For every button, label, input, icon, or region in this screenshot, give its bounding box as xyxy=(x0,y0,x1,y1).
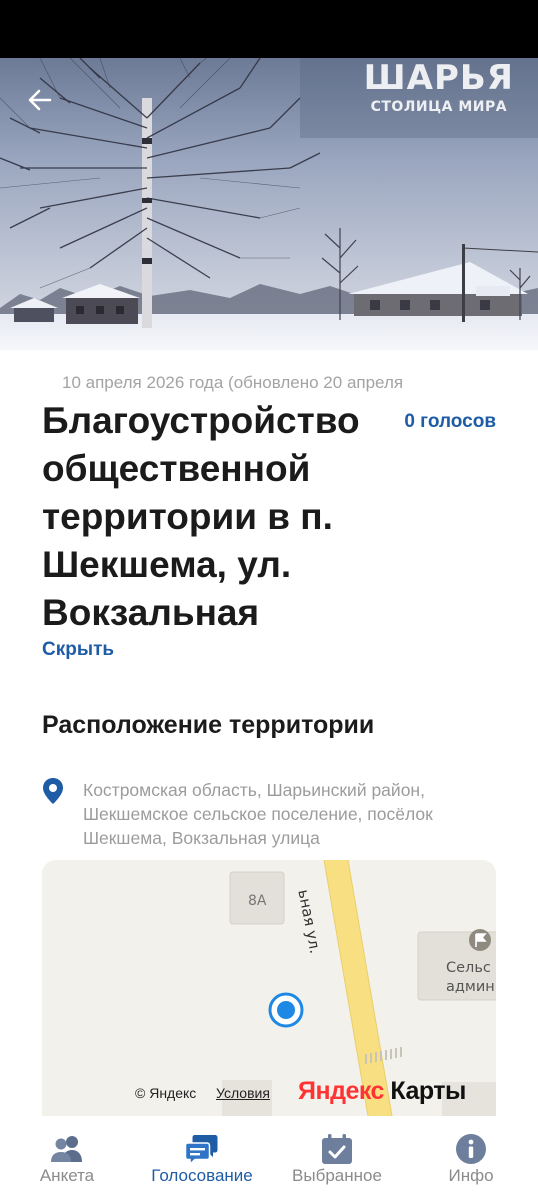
nav-survey[interactable]: Анкета xyxy=(0,1118,134,1200)
nav-voting-label: Голосование xyxy=(151,1166,253,1185)
watermark-title: ШАРЬЯ xyxy=(363,58,514,98)
votes-count: 0 голосов xyxy=(404,411,496,432)
brand-part1: Яндекс xyxy=(298,1077,384,1105)
people-icon xyxy=(51,1136,82,1162)
house-number-label: 8А xyxy=(248,893,267,909)
hide-link[interactable]: Скрыть xyxy=(42,639,114,661)
poi-label-line1: Сельс xyxy=(446,960,491,976)
map-pin-icon xyxy=(43,778,63,804)
bottom-navigation: Анкета Голосование Выбранное Инфо xyxy=(0,1118,538,1200)
map-copyright: © Яндекс xyxy=(135,1085,197,1101)
nav-survey-label: Анкета xyxy=(39,1166,95,1185)
status-bar xyxy=(0,0,538,58)
chat-bubbles-icon xyxy=(185,1135,218,1165)
address-text: Костромская область, Шарьинский район, Ш… xyxy=(83,780,433,848)
brand-part2: Карты xyxy=(383,1077,466,1105)
nav-voting[interactable]: Голосование xyxy=(134,1118,270,1200)
arrow-left-icon xyxy=(28,89,52,111)
back-button[interactable] xyxy=(18,78,62,122)
city-watermark: ШАРЬЯ СТОЛИЦА МИРА xyxy=(364,58,514,116)
project-title: Благоустройство общественной территории … xyxy=(42,400,360,633)
location-section-title: Расположение территории xyxy=(42,711,375,739)
nav-favorites-label: Выбранное xyxy=(292,1166,382,1185)
yandex-maps-logo[interactable]: Яндекс Карты xyxy=(298,1077,466,1106)
poi-label-line2: админист xyxy=(446,979,496,995)
poi-label: Сельс админист xyxy=(446,959,496,997)
nav-info[interactable]: Инфо xyxy=(404,1118,538,1200)
nav-favorites[interactable]: Выбранное xyxy=(270,1118,404,1200)
publish-date: 10 апреля 2026 года (обновлено 20 апреля xyxy=(62,373,404,392)
hero-image: ШАРЬЯ СТОЛИЦА МИРА xyxy=(0,58,538,350)
calendar-check-icon xyxy=(322,1134,352,1164)
nav-info-label: Инфо xyxy=(448,1166,494,1185)
watermark-subtitle: СТОЛИЦА МИРА xyxy=(370,99,508,115)
map-view[interactable]: ьная ул. 8А Сельс админист © Яндекс Усло… xyxy=(42,860,496,1116)
info-icon xyxy=(456,1134,486,1164)
map-conditions-link[interactable]: Условия xyxy=(216,1085,270,1101)
